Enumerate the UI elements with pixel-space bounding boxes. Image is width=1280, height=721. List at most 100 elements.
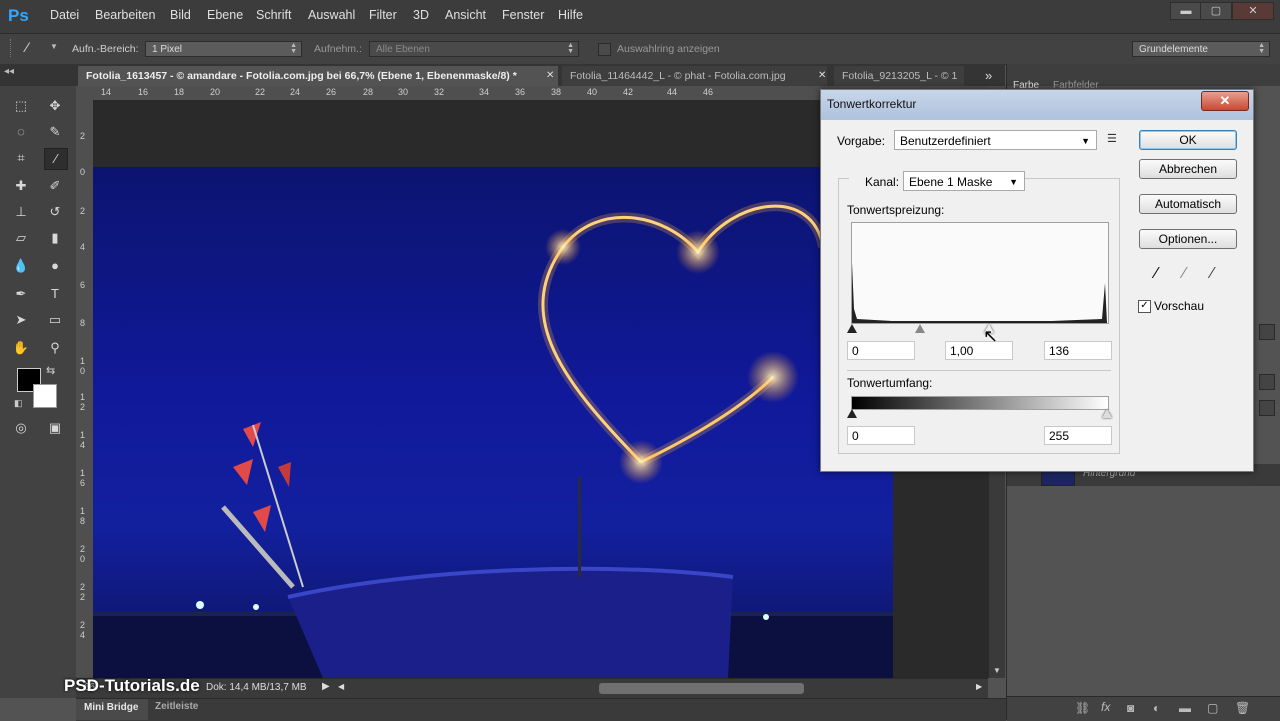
- preview-checkbox[interactable]: ✓: [1138, 300, 1151, 313]
- eyedropper-tool-preset-icon[interactable]: ⁄: [26, 39, 46, 57]
- new-group-icon[interactable]: ▬: [1179, 701, 1191, 715]
- input-gamma-field[interactable]: 1,00: [945, 341, 1013, 360]
- auto-button[interactable]: Automatisch: [1139, 194, 1237, 214]
- menu-schrift[interactable]: Schrift: [256, 8, 291, 22]
- eraser-tool-icon[interactable]: ▱: [10, 228, 32, 248]
- new-layer-icon[interactable]: ▢: [1207, 701, 1218, 715]
- close-icon[interactable]: ✕: [818, 70, 826, 81]
- menu-auswahl[interactable]: Auswahl: [308, 8, 355, 22]
- menu-bild[interactable]: Bild: [170, 8, 191, 22]
- scroll-left-icon[interactable]: ◀: [338, 682, 344, 691]
- close-icon[interactable]: ✕: [546, 70, 554, 81]
- background-color-swatch[interactable]: [33, 384, 57, 408]
- eyedropper-tool-icon[interactable]: ⁄: [44, 148, 68, 170]
- lasso-tool-icon[interactable]: ◌: [10, 122, 32, 142]
- preset-select[interactable]: Benutzerdefiniert ▼: [894, 130, 1097, 150]
- panel-dropdown[interactable]: [1259, 400, 1275, 416]
- maximize-button[interactable]: ▢: [1200, 2, 1232, 20]
- trash-icon[interactable]: 🗑: [1235, 701, 1250, 715]
- sample-from-select[interactable]: Alle Ebenen ▲ ▼: [369, 41, 579, 57]
- clone-stamp-icon[interactable]: ⊥: [10, 202, 32, 222]
- ruler-tick-label: 6: [80, 280, 86, 290]
- blur-tool-icon[interactable]: 💧: [10, 256, 32, 276]
- scroll-right-icon[interactable]: ▶: [976, 682, 982, 691]
- link-layers-icon[interactable]: ⛓: [1075, 701, 1090, 715]
- adjustment-layer-icon[interactable]: ◐: [1153, 701, 1160, 715]
- brush-tool-icon[interactable]: ✐: [44, 176, 66, 196]
- input-white-value: 136: [1049, 344, 1070, 358]
- swap-colors-icon[interactable]: ⇆: [46, 364, 55, 377]
- healing-brush-icon[interactable]: ✚: [10, 176, 32, 196]
- menu-ansicht[interactable]: Ansicht: [445, 8, 486, 22]
- output-white-field[interactable]: 255: [1044, 426, 1112, 445]
- tab-mini-bridge[interactable]: Mini Bridge: [76, 699, 148, 720]
- chevron-down-icon[interactable]: ▼: [50, 42, 58, 51]
- output-black-slider[interactable]: [847, 409, 857, 418]
- channel-select[interactable]: Ebene 1 Maske ▼: [903, 171, 1025, 191]
- options-button[interactable]: Optionen...: [1139, 229, 1237, 249]
- tab-document-3[interactable]: Fotolia_9213205_L - © 1: [834, 66, 964, 86]
- gradient-tool-icon[interactable]: ▮: [44, 228, 66, 248]
- type-tool-icon[interactable]: T: [44, 284, 66, 304]
- input-white-field[interactable]: 136: [1044, 341, 1112, 360]
- ok-button[interactable]: OK: [1139, 130, 1237, 150]
- tab-overflow-icon[interactable]: »: [985, 68, 992, 83]
- tab-label: Mini Bridge: [84, 702, 139, 713]
- menu-bearbeiten[interactable]: Bearbeiten: [95, 8, 155, 22]
- levels-dialog: Tonwertkorrektur ✕ Vorgabe: Benutzerdefi…: [820, 89, 1254, 472]
- menu-datei[interactable]: Datei: [50, 8, 79, 22]
- default-colors-icon[interactable]: ◧: [14, 398, 23, 409]
- marquee-tool-icon[interactable]: ⬚: [10, 96, 32, 116]
- dialog-titlebar[interactable]: Tonwertkorrektur ✕: [821, 90, 1253, 120]
- black-point-eyedropper-icon[interactable]: ⁄: [1155, 265, 1158, 283]
- ruler-tick-label: 2: [80, 582, 86, 592]
- tab-document-2[interactable]: Fotolia_11464442_L - © phat - Fotolia.co…: [562, 66, 827, 86]
- ruler-tick-label: 6: [80, 478, 86, 488]
- quick-mask-icon[interactable]: ◎: [10, 418, 32, 438]
- tab-document-1[interactable]: Fotolia_1613457 - © amandare - Fotolia.c…: [78, 66, 558, 86]
- dialog-close-button[interactable]: ✕: [1201, 91, 1249, 111]
- white-point-eyedropper-icon[interactable]: ⁄: [1211, 265, 1214, 283]
- output-white-slider[interactable]: [1102, 409, 1112, 418]
- close-button[interactable]: ✕: [1232, 2, 1274, 20]
- history-brush-icon[interactable]: ↺: [44, 202, 66, 222]
- horizontal-scroll-thumb[interactable]: [599, 683, 804, 694]
- crop-tool-icon[interactable]: ⌗: [10, 148, 32, 168]
- collapse-toolbox-icon[interactable]: ◂◂: [4, 66, 14, 77]
- tab-zeitleiste[interactable]: Zeitleiste: [155, 701, 198, 712]
- output-black-field[interactable]: 0: [847, 426, 915, 445]
- document-canvas[interactable]: [93, 167, 893, 678]
- path-selection-icon[interactable]: ➤: [10, 310, 32, 330]
- move-tool-icon[interactable]: ✥: [44, 96, 66, 116]
- workspace-select[interactable]: Grundelemente ▲ ▼: [1132, 41, 1270, 57]
- quick-selection-tool-icon[interactable]: ✎: [44, 122, 66, 142]
- menu-hilfe[interactable]: Hilfe: [558, 8, 583, 22]
- gray-point-eyedropper-icon[interactable]: ⁄: [1183, 265, 1186, 283]
- ruler-tick-label: 0: [80, 167, 86, 177]
- cancel-button[interactable]: Abbrechen: [1139, 159, 1237, 179]
- fx-icon[interactable]: fx: [1101, 700, 1110, 714]
- preset-options-icon[interactable]: ☰: [1107, 132, 1117, 145]
- panel-control[interactable]: [1259, 324, 1275, 340]
- status-menu-icon[interactable]: ▶: [322, 681, 330, 692]
- minimize-button[interactable]: ▬: [1170, 2, 1202, 20]
- menu-fenster[interactable]: Fenster: [502, 8, 544, 22]
- hand-tool-icon[interactable]: ✋: [10, 338, 32, 358]
- show-ring-checkbox[interactable]: [598, 43, 611, 56]
- rectangle-tool-icon[interactable]: ▭: [44, 310, 66, 330]
- zoom-tool-icon[interactable]: ⚲: [44, 338, 66, 358]
- pen-tool-icon[interactable]: ✒: [10, 284, 32, 304]
- add-mask-icon[interactable]: ◙: [1127, 701, 1134, 715]
- sample-size-select[interactable]: 1 Pixel ▲ ▼: [145, 41, 302, 57]
- input-gamma-slider[interactable]: [915, 324, 925, 333]
- ruler-tick-label: 20: [210, 87, 221, 97]
- panel-dropdown[interactable]: [1259, 374, 1275, 390]
- menu-3d[interactable]: 3D: [413, 8, 429, 22]
- menu-ebene[interactable]: Ebene: [207, 8, 243, 22]
- dodge-tool-icon[interactable]: ●: [44, 256, 66, 276]
- scroll-down-icon[interactable]: ▼: [993, 666, 1001, 675]
- input-black-field[interactable]: 0: [847, 341, 915, 360]
- screen-mode-icon[interactable]: ▣: [44, 418, 66, 438]
- input-black-slider[interactable]: [847, 324, 857, 333]
- menu-filter[interactable]: Filter: [369, 8, 397, 22]
